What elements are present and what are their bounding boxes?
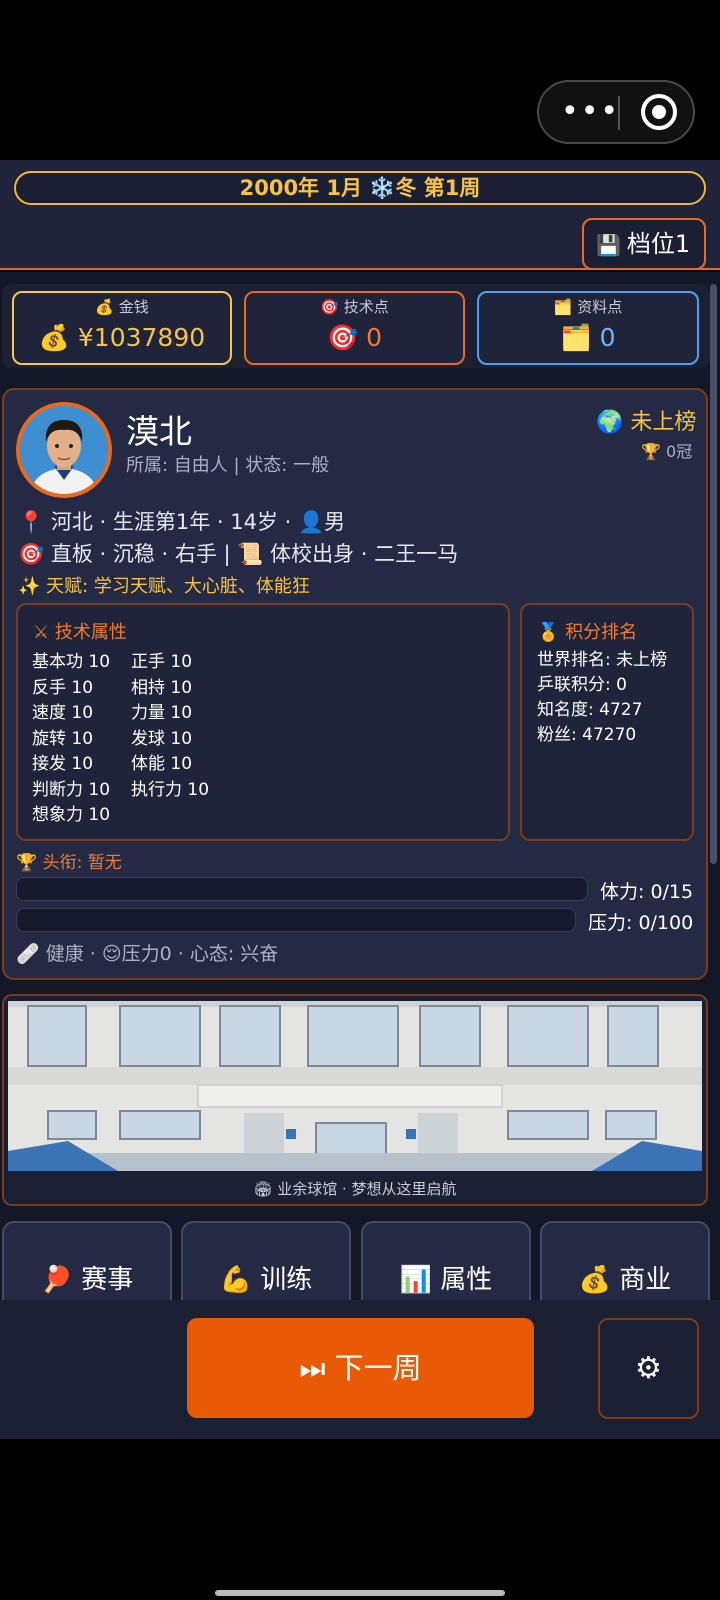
health-status: 🩹 健康 · 😌压力0 · 心态: 兴奋 [16,943,279,965]
stamina-bar [16,877,588,901]
gear-icon: ⚙ [635,1351,662,1386]
skill-row: 接发 10 体能 10 [32,752,209,778]
skill-item: 体能 10 [131,754,193,774]
championship-count: 🏆 0冠 [641,442,693,461]
world-rank: 世界排名: 未上榜 [537,650,668,670]
settings-button[interactable]: ⚙ [598,1318,699,1419]
skill-item: 力量 10 [131,703,193,723]
target-icon[interactable] [641,94,677,130]
tech-points-value: 🎯 0 [327,323,382,352]
player-portrait [20,406,108,494]
data-points-resource: 🗂️ 资料点 🗂️ 0 [477,291,699,365]
skill-item: 旋转 10 [32,728,94,749]
data-points-value: 🗂️ 0 [560,323,616,352]
pressure-bar [16,908,576,932]
data-points-label: 🗂️ 资料点 [553,298,623,316]
fame: 知名度: 4727 [537,700,643,720]
player-style-line: 🎯 直板 · 沉稳 · 右手 | 📜 体校出身 · 二王一马 [18,542,459,566]
date-bar: 2000年 1月 ❄️冬 第1周 [14,171,706,205]
skill-item: 速度 10 [32,703,94,723]
skill-row: 速度 10 力量 10 [32,701,209,727]
tab-business[interactable]: 💰 商业 [540,1221,710,1301]
gym-building-illustration [8,1001,702,1171]
fans: 粉丝: 47270 [537,725,637,745]
ranking-title: 🏅 积分排名 [537,622,638,643]
more-icon[interactable]: ••• [561,90,618,134]
venue-image [8,1001,702,1171]
money-resource: 💰 金钱 💰 ¥1037890 [12,291,232,365]
skill-item: 反手 10 [32,677,94,698]
avatar[interactable] [16,402,112,498]
money-value: 💰 ¥1037890 [38,323,206,352]
floppy-disk-icon: 💾 [596,233,621,257]
talent-line: ✨ 天赋: 学习天赋、大心脏、体能狂 [18,576,310,597]
skill-row: 基本功 10 正手 10 [32,650,209,676]
skill-row: 反手 10 相持 10 [32,676,209,702]
capsule-divider [618,96,620,130]
tab-matches[interactable]: 🏓 赛事 [2,1221,172,1301]
world-rank-badge[interactable]: 🌍 未上榜 [596,404,696,436]
skill-item: 执行力 10 [131,779,210,800]
skill-item: 基本功 10 [32,652,111,672]
save-slot-label: 档位1 [626,230,691,258]
skill-row: 判断力 10 执行力 10 [32,778,209,804]
skills-title: ⚔ 技术属性 [33,622,127,643]
skill-item: 发球 10 [131,728,193,749]
next-week-button[interactable]: ⏭ 下一周 [187,1318,534,1418]
skill-item: 正手 10 [131,652,193,672]
skill-item: 判断力 10 [32,779,111,800]
skill-row: 想象力 10 [32,803,209,829]
skill-item: 想象力 10 [32,805,111,825]
player-status: 所属: 自由人 | 状态: 一般 [126,455,330,476]
skill-row: 旋转 10 发球 10 [32,727,209,753]
pressure-label: 压力: 0/100 [588,912,694,934]
tech-points-label: 🎯 技术点 [320,298,389,316]
mini-program-capsule: ••• [537,80,695,144]
tech-points-resource: 🎯 技术点 🎯 0 [244,291,465,365]
skill-item: 接发 10 [32,754,94,774]
skills-list: 基本功 10 正手 10 反手 10 相持 10 速度 10 力量 10 旋转 10 发… [32,650,209,829]
money-label: 💰 金钱 [95,298,149,316]
venue-caption: 🏟 业余球馆 · 梦想从这里启航 [253,1180,457,1198]
skill-item: 相持 10 [131,677,193,698]
tab-training[interactable]: 💪 训练 [181,1221,351,1301]
player-info-line: 📍 河北 · 生涯第1年 · 14岁 · 👤男 [18,510,346,534]
player-name: 漠北 [126,412,192,451]
honor-title: 🏆 头衔: 暂无 [16,853,122,873]
stamina-label: 体力: 0/15 [600,881,694,903]
scrollbar[interactable] [710,284,717,864]
tab-attributes[interactable]: 📊 属性 [361,1221,531,1301]
save-slot-button[interactable]: 💾 档位1 [582,218,706,270]
ittf-points: 乒联积分: 0 [537,675,627,695]
home-indicator[interactable] [215,1590,505,1596]
